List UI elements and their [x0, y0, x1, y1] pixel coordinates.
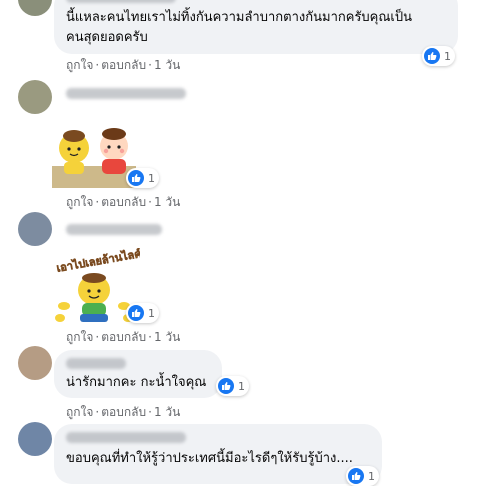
avatar[interactable]	[18, 80, 52, 114]
comment-actions: ถูกใจ · ตอบกลับ · 1 วัน	[66, 193, 180, 212]
avatar[interactable]	[18, 422, 52, 456]
like-link[interactable]: ถูกใจ	[66, 328, 93, 347]
reaction-badge[interactable]: 1	[126, 168, 159, 188]
separator: ·	[95, 58, 100, 72]
reply-link[interactable]: ตอบกลับ	[101, 193, 146, 212]
thumbs-up-icon	[128, 305, 144, 321]
comment-text: ขอบคุณที่ทำให้รู้ว่าประเทศนี้มีอะไรดีๆให…	[66, 451, 353, 466]
separator: ·	[148, 195, 152, 209]
separator: ·	[95, 330, 100, 344]
commenter-name-blurred[interactable]	[66, 0, 176, 3]
avatar[interactable]	[18, 212, 52, 246]
comment-text: น่ารักมากคะ กะน้ำใจคุณ	[66, 375, 207, 390]
like-link[interactable]: ถูกใจ	[66, 403, 93, 422]
comment-actions: ถูกใจ · ตอบกลับ · 1 วัน	[66, 328, 180, 347]
thumbs-up-icon	[348, 468, 364, 484]
timestamp[interactable]: 1 วัน	[154, 56, 180, 75]
reaction-count: 1	[444, 49, 451, 63]
sticker-image[interactable]	[52, 122, 136, 188]
sticker-text: เอาไปเลยล้านไลค์	[55, 248, 140, 275]
reply-link[interactable]: ตอบกลับ	[101, 403, 146, 422]
commenter-name-blurred[interactable]	[66, 224, 162, 235]
reaction-badge[interactable]: 1	[422, 46, 455, 66]
reply-link[interactable]: ตอบกลับ	[101, 328, 146, 347]
timestamp[interactable]: 1 วัน	[154, 403, 180, 422]
reaction-badge[interactable]: 1	[216, 376, 249, 396]
separator: ·	[95, 405, 100, 419]
commenter-name-blurred[interactable]	[66, 88, 186, 99]
thumbs-up-icon	[424, 48, 440, 64]
comment-actions: ถูกใจ · ตอบกลับ · 1 วัน	[66, 56, 180, 75]
separator: ·	[148, 330, 152, 344]
commenter-name-blurred[interactable]	[66, 358, 126, 369]
reaction-count: 1	[148, 171, 155, 185]
comment-text: นี้แหละคนไทยเราไม่ทิ้งกันความลำบากตางกัน…	[66, 10, 413, 25]
separator: ·	[148, 58, 152, 72]
timestamp[interactable]: 1 วัน	[154, 193, 180, 212]
thumbs-up-icon	[218, 378, 234, 394]
commenter-name-blurred[interactable]	[66, 432, 186, 443]
thumbs-up-icon	[128, 170, 144, 186]
reaction-badge[interactable]: 1	[346, 466, 379, 486]
avatar[interactable]	[18, 346, 52, 380]
like-link[interactable]: ถูกใจ	[66, 56, 93, 75]
separator: ·	[95, 195, 100, 209]
timestamp[interactable]: 1 วัน	[154, 328, 180, 347]
reaction-badge[interactable]: 1	[126, 303, 159, 323]
separator: ·	[148, 405, 152, 419]
reaction-count: 1	[368, 469, 375, 483]
comment-text: คนสุดยอดครับ	[66, 30, 148, 45]
reaction-count: 1	[238, 379, 245, 393]
like-link[interactable]: ถูกใจ	[66, 193, 93, 212]
avatar[interactable]	[18, 0, 52, 16]
reply-link[interactable]: ตอบกลับ	[101, 56, 146, 75]
reaction-count: 1	[148, 306, 155, 320]
comment-actions: ถูกใจ · ตอบกลับ · 1 วัน	[66, 403, 180, 422]
